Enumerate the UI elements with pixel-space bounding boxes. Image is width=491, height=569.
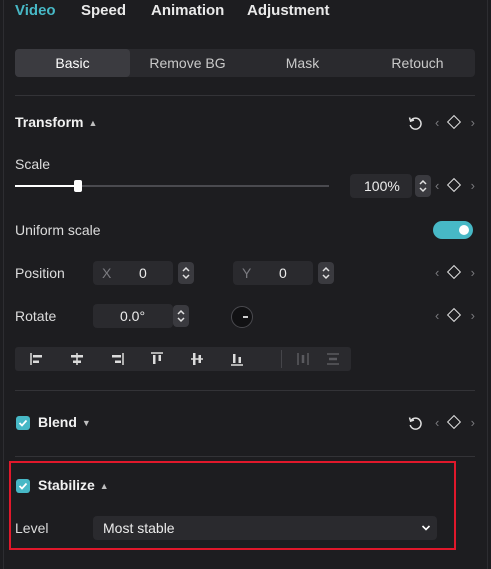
uniform-scale-toggle[interactable] — [433, 221, 473, 239]
y-prefix: Y — [242, 265, 252, 281]
alignment-toolbar — [15, 347, 351, 371]
position-y-stepper[interactable] — [318, 262, 334, 284]
align-top-icon[interactable] — [145, 347, 169, 371]
scale-value: 100% — [364, 178, 400, 194]
chevron-left-icon[interactable]: ‹ — [435, 178, 439, 193]
panel-border-right — [487, 0, 488, 569]
tab-video[interactable]: Video — [15, 2, 56, 19]
align-bottom-icon[interactable] — [225, 347, 249, 371]
chevron-left-icon[interactable]: ‹ — [435, 265, 439, 280]
align-right-icon[interactable] — [105, 347, 129, 371]
align-center-vertical-icon[interactable] — [185, 347, 209, 371]
rotate-label: Rotate — [15, 308, 57, 324]
keyframe-diamond-icon[interactable] — [446, 114, 462, 130]
subtab-remove-bg[interactable]: Remove BG — [130, 49, 245, 77]
scale-slider[interactable] — [15, 180, 329, 192]
distribute-horizontal-icon[interactable] — [291, 347, 315, 371]
distribute-vertical-icon[interactable] — [321, 347, 345, 371]
tab-adjustment[interactable]: Adjustment — [247, 2, 330, 19]
divider — [15, 390, 475, 391]
position-x-value: 0 — [139, 265, 147, 281]
keyframe-diamond-icon[interactable] — [446, 307, 462, 323]
transform-title: Transform — [15, 114, 84, 130]
expand-triangle-icon: ▼ — [81, 418, 91, 428]
position-y-value: 0 — [279, 265, 287, 281]
collapse-triangle-icon: ▲ — [88, 118, 98, 128]
keyframe-nav-transform[interactable]: ‹ › — [435, 114, 475, 131]
keyframe-nav-blend[interactable]: ‹ › — [435, 414, 475, 431]
toggle-knob — [459, 225, 469, 235]
position-label: Position — [15, 265, 65, 281]
divider — [15, 456, 475, 457]
reset-icon[interactable] — [407, 415, 423, 431]
chevron-right-icon[interactable]: › — [471, 415, 475, 430]
align-center-horizontal-icon[interactable] — [65, 347, 89, 371]
toolbar-separator — [281, 350, 282, 368]
blend-title: Blend — [38, 414, 77, 430]
scale-stepper[interactable] — [415, 175, 431, 197]
subtab-retouch[interactable]: Retouch — [360, 49, 475, 77]
chevron-right-icon[interactable]: › — [471, 265, 475, 280]
scale-slider-thumb[interactable] — [73, 180, 82, 192]
uniform-scale-label: Uniform scale — [15, 222, 101, 238]
align-left-icon[interactable] — [25, 347, 49, 371]
checkmark-icon — [18, 419, 28, 427]
stepper-arrows-icon — [419, 179, 427, 193]
panel-border-left — [3, 0, 4, 569]
scale-label: Scale — [15, 156, 51, 172]
keyframe-nav-scale[interactable]: ‹ › — [435, 177, 475, 194]
chevron-right-icon[interactable]: › — [471, 115, 475, 130]
tab-animation[interactable]: Animation — [151, 2, 224, 19]
chevron-right-icon[interactable]: › — [471, 308, 475, 323]
position-x-stepper[interactable] — [178, 262, 194, 284]
x-prefix: X — [102, 265, 112, 281]
position-y-input[interactable]: Y 0 — [233, 261, 313, 285]
keyframe-diamond-icon[interactable] — [446, 264, 462, 280]
blend-header[interactable]: Blend ▼ — [38, 414, 91, 430]
keyframe-nav-position[interactable]: ‹ › — [435, 264, 475, 281]
keyframe-diamond-icon[interactable] — [446, 414, 462, 430]
rotate-value: 0.0° — [120, 308, 146, 324]
reset-icon[interactable] — [407, 115, 423, 131]
chevron-left-icon[interactable]: ‹ — [435, 415, 439, 430]
stepper-arrows-icon — [182, 266, 190, 280]
rotate-dial-icon[interactable] — [230, 305, 254, 329]
subtab-basic[interactable]: Basic — [15, 49, 130, 77]
position-x-input[interactable]: X 0 — [93, 261, 173, 285]
scale-input[interactable]: 100% — [350, 174, 412, 198]
subtab-mask[interactable]: Mask — [245, 49, 360, 77]
scale-slider-fill — [15, 185, 78, 187]
highlight-box — [9, 461, 456, 550]
divider — [15, 95, 475, 96]
chevron-left-icon[interactable]: ‹ — [435, 308, 439, 323]
rotate-stepper[interactable] — [173, 305, 189, 327]
sub-tab-bar: Basic Remove BG Mask Retouch — [15, 49, 475, 77]
transform-header[interactable]: Transform ▲ — [15, 114, 97, 130]
stepper-arrows-icon — [177, 309, 185, 323]
blend-checkbox[interactable] — [16, 416, 30, 430]
rotate-input[interactable]: 0.0° — [93, 304, 173, 328]
chevron-left-icon[interactable]: ‹ — [435, 115, 439, 130]
keyframe-nav-rotate[interactable]: ‹ › — [435, 307, 475, 324]
keyframe-diamond-icon[interactable] — [446, 177, 462, 193]
tab-speed[interactable]: Speed — [81, 2, 126, 19]
stepper-arrows-icon — [322, 266, 330, 280]
chevron-right-icon[interactable]: › — [471, 178, 475, 193]
